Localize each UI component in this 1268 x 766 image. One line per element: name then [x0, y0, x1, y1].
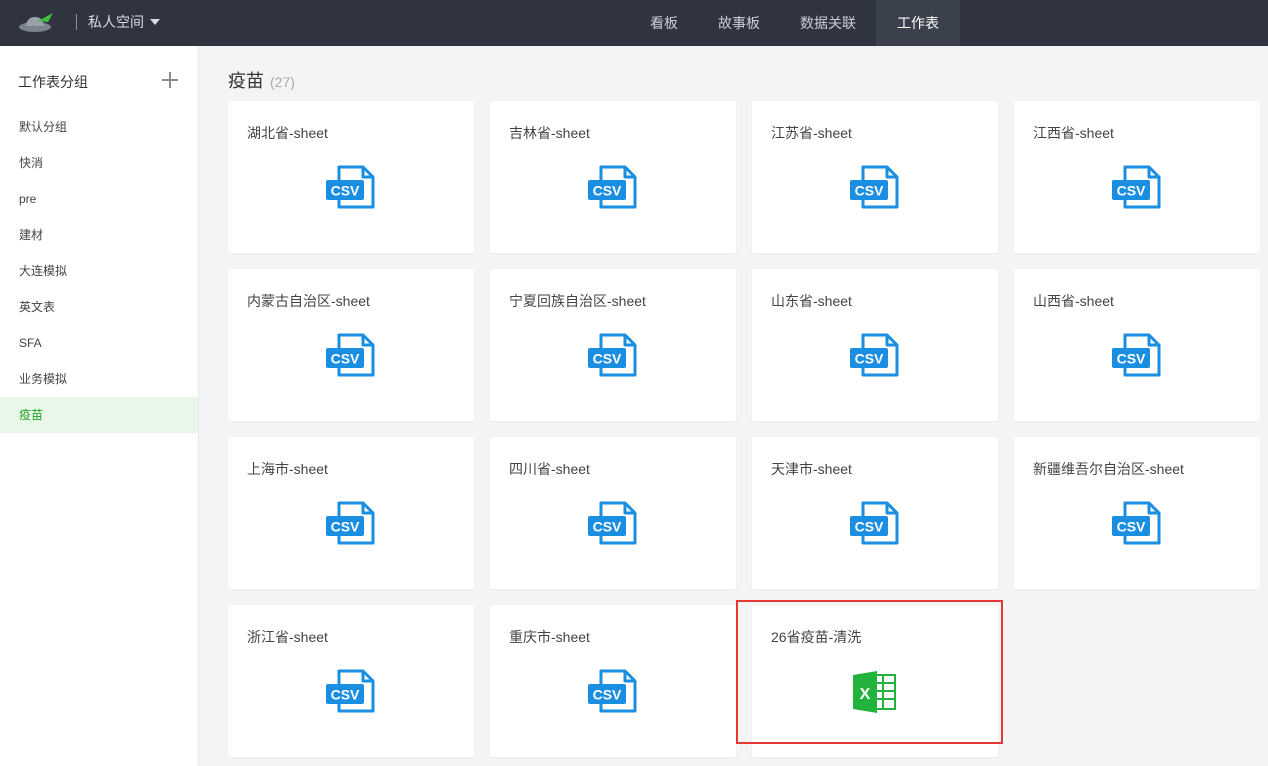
- space-name: 私人空间: [88, 14, 144, 30]
- svg-text:CSV: CSV: [593, 687, 622, 703]
- sheet-card[interactable]: 吉林省-sheet CSV: [490, 101, 736, 253]
- csv-file-icon: CSV: [325, 501, 377, 547]
- svg-text:CSV: CSV: [1117, 183, 1146, 199]
- sheet-card[interactable]: 26省疫苗-清洗 X: [752, 605, 998, 757]
- svg-text:CSV: CSV: [331, 351, 360, 367]
- sheet-card[interactable]: 重庆市-sheet CSV: [490, 605, 736, 757]
- group-count: (27): [270, 74, 295, 90]
- main-content: 疫苗 (27) 湖北省-sheet CSV 吉林省-sheet CSV 江苏省-sheet…: [199, 46, 1268, 766]
- sidebar-item-fmcg[interactable]: 快消: [0, 145, 198, 181]
- csv-file-icon: CSV: [325, 333, 377, 379]
- svg-text:CSV: CSV: [855, 351, 884, 367]
- top-nav: 看板 故事板 数据关联 工作表: [630, 0, 960, 46]
- sidebar-item-business-sim[interactable]: 业务模拟: [0, 361, 198, 397]
- sidebar-item-pre[interactable]: pre: [0, 181, 198, 217]
- sidebar-header: 工作表分组: [0, 46, 198, 116]
- sidebar-item-sfa[interactable]: SFA: [0, 325, 198, 361]
- svg-text:CSV: CSV: [331, 183, 360, 199]
- sheet-card[interactable]: 宁夏回族自治区-sheet CSV: [490, 269, 736, 421]
- sheet-card[interactable]: 浙江省-sheet CSV: [228, 605, 474, 757]
- nav-dashboard[interactable]: 看板: [630, 0, 698, 46]
- csv-file-icon: CSV: [325, 669, 377, 715]
- caret-down-icon: [150, 19, 160, 25]
- svg-text:CSV: CSV: [331, 519, 360, 535]
- sheet-name: 吉林省-sheet: [509, 125, 590, 141]
- sidebar-item-english-table[interactable]: 英文表: [0, 289, 198, 325]
- sheet-name: 浙江省-sheet: [247, 629, 328, 645]
- top-bar: 私人空间 看板 故事板 数据关联 工作表: [0, 0, 1268, 46]
- sheet-card[interactable]: 内蒙古自治区-sheet CSV: [228, 269, 474, 421]
- svg-text:CSV: CSV: [1117, 519, 1146, 535]
- excel-file-icon: X: [849, 669, 901, 715]
- csv-file-icon: CSV: [849, 501, 901, 547]
- sidebar-item-building-materials[interactable]: 建材: [0, 217, 198, 253]
- svg-text:CSV: CSV: [593, 183, 622, 199]
- sheet-name: 新疆维吾尔自治区-sheet: [1033, 461, 1184, 477]
- sheet-name: 湖北省-sheet: [247, 125, 328, 141]
- csv-file-icon: CSV: [587, 333, 639, 379]
- sheet-card[interactable]: 新疆维吾尔自治区-sheet CSV: [1014, 437, 1260, 589]
- logo-icon[interactable]: [17, 10, 57, 36]
- sheet-name: 重庆市-sheet: [509, 629, 590, 645]
- csv-file-icon: CSV: [1111, 165, 1163, 211]
- sheet-card[interactable]: 山东省-sheet CSV: [752, 269, 998, 421]
- divider: [76, 14, 77, 30]
- sheet-card[interactable]: 上海市-sheet CSV: [228, 437, 474, 589]
- sheet-card[interactable]: 天津市-sheet CSV: [752, 437, 998, 589]
- svg-text:CSV: CSV: [1117, 351, 1146, 367]
- sheet-name: 四川省-sheet: [509, 461, 590, 477]
- sheet-name: 上海市-sheet: [247, 461, 328, 477]
- nav-data-relation[interactable]: 数据关联: [780, 0, 876, 46]
- sheet-name: 天津市-sheet: [771, 461, 852, 477]
- sidebar-item-dalian-sim[interactable]: 大连模拟: [0, 253, 198, 289]
- csv-file-icon: CSV: [587, 165, 639, 211]
- svg-text:CSV: CSV: [331, 687, 360, 703]
- sidebar-title: 工作表分组: [18, 74, 88, 90]
- csv-file-icon: CSV: [1111, 501, 1163, 547]
- svg-text:CSV: CSV: [855, 183, 884, 199]
- sheet-name: 山东省-sheet: [771, 293, 852, 309]
- group-list: 默认分组 快消 pre 建材 大连模拟 英文表 SFA 业务模拟 疫苗: [0, 109, 198, 433]
- sidebar-item-default[interactable]: 默认分组: [0, 109, 198, 145]
- sheet-card[interactable]: 江苏省-sheet CSV: [752, 101, 998, 253]
- group-title-text: 疫苗: [228, 71, 264, 91]
- csv-file-icon: CSV: [587, 501, 639, 547]
- sidebar: 工作表分组 默认分组 快消 pre 建材 大连模拟 英文表 SFA 业务模拟 疫…: [0, 46, 199, 766]
- svg-text:CSV: CSV: [855, 519, 884, 535]
- sheet-name: 宁夏回族自治区-sheet: [509, 293, 646, 309]
- sidebar-item-vaccine[interactable]: 疫苗: [0, 397, 198, 433]
- add-group-icon[interactable]: [160, 70, 180, 90]
- page-title: 疫苗 (27): [228, 67, 295, 93]
- svg-text:CSV: CSV: [593, 351, 622, 367]
- csv-file-icon: CSV: [587, 669, 639, 715]
- sheet-name: 26省疫苗-清洗: [771, 629, 862, 645]
- sheet-name: 江苏省-sheet: [771, 125, 852, 141]
- sheet-name: 山西省-sheet: [1033, 293, 1114, 309]
- csv-file-icon: CSV: [849, 165, 901, 211]
- sheet-card[interactable]: 江西省-sheet CSV: [1014, 101, 1260, 253]
- sheet-name: 江西省-sheet: [1033, 125, 1114, 141]
- sheet-card[interactable]: 山西省-sheet CSV: [1014, 269, 1260, 421]
- sheet-card[interactable]: 湖北省-sheet CSV: [228, 101, 474, 253]
- csv-file-icon: CSV: [1111, 333, 1163, 379]
- nav-storyboard[interactable]: 故事板: [698, 0, 780, 46]
- csv-file-icon: CSV: [325, 165, 377, 211]
- sheet-name: 内蒙古自治区-sheet: [247, 293, 370, 309]
- svg-text:CSV: CSV: [593, 519, 622, 535]
- nav-worksheet[interactable]: 工作表: [876, 0, 960, 46]
- svg-text:X: X: [860, 686, 871, 703]
- sheet-card[interactable]: 四川省-sheet CSV: [490, 437, 736, 589]
- csv-file-icon: CSV: [849, 333, 901, 379]
- space-switcher[interactable]: 私人空间: [88, 12, 160, 32]
